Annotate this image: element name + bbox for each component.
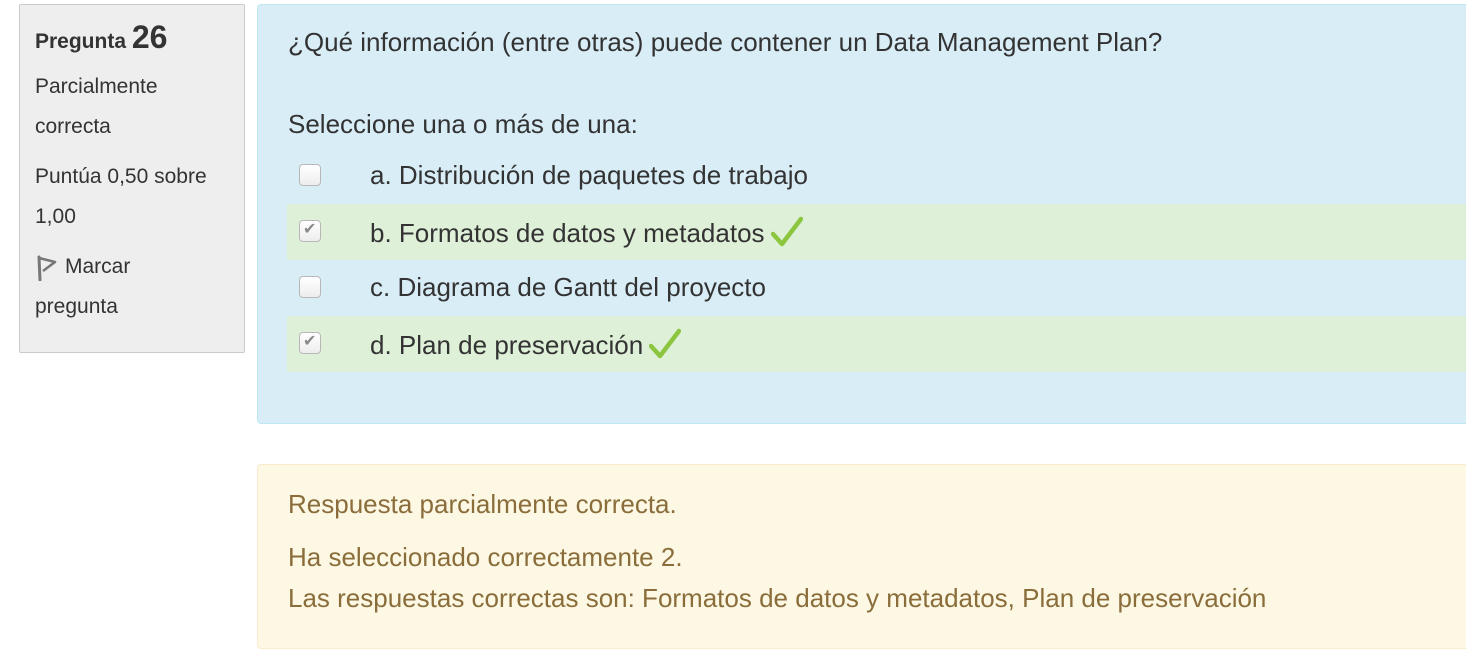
checkbox-b[interactable] — [299, 219, 321, 242]
answer-label-a: a. Distribución de paquetes de trabajo — [370, 160, 808, 190]
question-number: Pregunta 26 — [35, 19, 244, 57]
feedback-panel: Respuesta parcialmente correcta. Ha sele… — [257, 464, 1466, 649]
correct-check-icon — [770, 216, 803, 255]
correct-check-icon — [648, 328, 682, 367]
answer-option-b[interactable]: b. Formatos de datos y metadatos — [287, 204, 1466, 260]
flag-line-2: pregunta — [35, 295, 118, 318]
feedback-selected-count: Ha seleccionado correctamente 2. — [288, 542, 683, 572]
question-info-panel: Pregunta 26 Parcialmente correcta Puntúa… — [19, 4, 245, 353]
state-line-1: Parcialmente — [35, 75, 158, 98]
question-text: ¿Qué información (entre otras) puede con… — [288, 27, 1163, 57]
answer-label-b: b. Formatos de datos y metadatos — [370, 216, 803, 255]
flag-line-1: Marcar — [65, 255, 131, 278]
checkbox-c[interactable] — [299, 276, 321, 298]
question-label: Pregunta — [35, 30, 127, 53]
state-line-2: correcta — [35, 115, 111, 138]
checkbox-d[interactable] — [299, 331, 321, 354]
answer-option-a[interactable]: a. Distribución de paquetes de trabajo — [287, 148, 1466, 204]
answer-label-d: d. Plan de preservación — [370, 328, 682, 367]
answer-label-c: c. Diagrama de Gantt del proyecto — [370, 272, 766, 302]
answer-prompt: Seleccione una o más de una: — [288, 109, 638, 139]
flag-icon — [35, 255, 65, 282]
question-grade: Puntúa 0,50 sobre 1,00 — [35, 157, 244, 237]
question-number-value: 26 — [131, 19, 168, 55]
checkbox-a[interactable] — [299, 164, 321, 186]
question-state: Parcialmente correcta — [35, 67, 244, 147]
answer-option-d[interactable]: d. Plan de preservación — [287, 316, 1466, 372]
grade-line-1: Puntúa 0,50 sobre — [35, 165, 207, 188]
feedback-right-answers: Las respuestas correctas son: Formatos d… — [288, 583, 1267, 613]
answer-option-c[interactable]: c. Diagrama de Gantt del proyecto — [287, 260, 1466, 316]
grade-line-2: 1,00 — [35, 205, 76, 228]
question-formulation: ¿Qué información (entre otras) puede con… — [257, 4, 1466, 424]
flag-question-link[interactable]: Marcar pregunta — [35, 247, 244, 327]
feedback-summary: Respuesta parcialmente correcta. — [288, 489, 677, 519]
answer-list: a. Distribución de paquetes de trabajo b… — [287, 148, 1466, 372]
